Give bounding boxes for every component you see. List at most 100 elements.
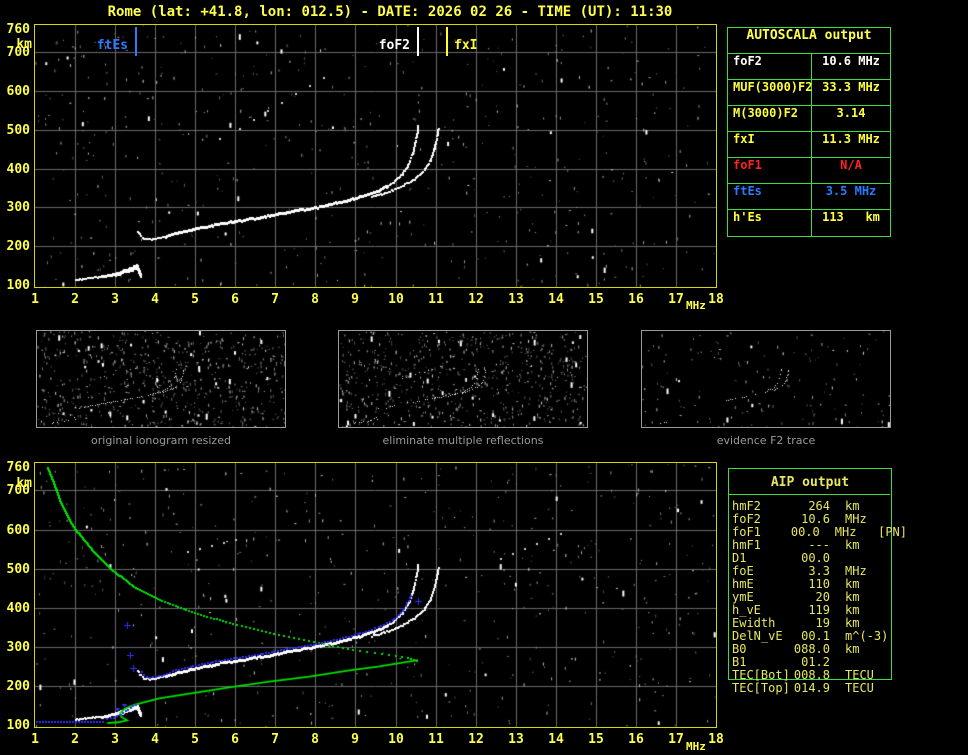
marker-label-foF2: foF2 — [378, 38, 410, 53]
x-axis-label: 1 — [31, 732, 39, 747]
top-x-axis-unit: MHz — [686, 299, 706, 312]
aip-row-unit: MHz [PN] — [834, 525, 907, 539]
marker-label-fxI: fxI — [454, 38, 478, 53]
x-axis-label: 8 — [311, 292, 319, 307]
autoscala-row-foF2: foF2 10.6 MHz — [728, 54, 890, 80]
aip-row-value: 19 — [815, 616, 830, 630]
autoscala-row-label: fxI — [728, 132, 812, 157]
aip-row-B1: B1 01.2 — [732, 655, 907, 669]
x-axis-label: 12 — [468, 292, 484, 307]
autoscala-row-value: 10.6 MHz — [822, 54, 880, 68]
thumbnail-evidence-canvas — [642, 331, 890, 427]
autoscala-output-table: AUTOSCALA output foF2 10.6 MHz MUF(3000)F2… — [727, 27, 891, 237]
x-axis-label: 10 — [388, 732, 404, 747]
aip-row-label: h_vE — [732, 603, 761, 617]
aip-row-value: 008.8 — [793, 668, 830, 682]
autoscala-row-fxI: fxI 11.3 MHz — [728, 132, 890, 158]
bottom-x-axis-unit: MHz — [686, 740, 706, 753]
autoscala-row-h'Es: h'Es 113 km — [728, 210, 890, 236]
y-axis-label: 760 — [6, 22, 30, 37]
aip-row-unit: km — [845, 538, 860, 552]
aip-row-TEC[Top]: TEC[Top] 014.9 TECU — [732, 681, 907, 695]
aip-row-unit: km — [845, 642, 860, 656]
aip-row-value: 3.3 — [808, 564, 830, 578]
y-axis-label: 300 — [6, 640, 30, 655]
aip-row-label: ymE — [732, 590, 754, 604]
aip-row-unit: km — [845, 603, 860, 617]
x-axis-label: 10 — [388, 292, 404, 307]
aip-row-value: 00.1 — [801, 629, 830, 643]
autoscala-row-label: foF1 — [728, 158, 812, 183]
x-axis-label: 5 — [191, 292, 199, 307]
x-axis-label: 13 — [508, 732, 524, 747]
bottom-ionogram-plot — [34, 462, 717, 728]
aip-table-separator — [729, 494, 890, 495]
aip-row-value: 01.2 — [801, 655, 830, 669]
aip-row-label: hmE — [732, 577, 754, 591]
aip-row-hmE: hmE 110 km — [732, 577, 907, 591]
autoscala-row-value: 3.5 MHz — [825, 184, 877, 198]
aip-row-label: TEC[Bot] — [732, 668, 790, 682]
x-axis-label: 16 — [628, 732, 644, 747]
thumbnail-caption-evidence: evidence F2 trace — [716, 434, 816, 447]
autoscala-row-foF1: foF1 N/A — [728, 158, 890, 184]
thumbnail-original-canvas — [37, 331, 285, 427]
aip-row-label: Ewidth — [732, 616, 776, 630]
aip-row-hmF2: hmF2 264 km — [732, 499, 907, 513]
bottom-ionogram-canvas — [35, 463, 716, 727]
x-axis-label: 15 — [588, 292, 604, 307]
autoscala-row-MUF(3000)F2: MUF(3000)F2 33.3 MHz — [728, 80, 890, 106]
autoscala-app-window: Rome (lat: +41.8, lon: 012.5) - DATE: 20… — [0, 0, 968, 755]
autoscala-row-ftEs: ftEs 3.5 MHz — [728, 184, 890, 210]
aip-row-B0: B0 088.0 km — [732, 642, 907, 656]
top-ionogram-canvas — [35, 25, 716, 287]
autoscala-row-label: ftEs — [728, 184, 812, 209]
y-axis-label: 400 — [6, 162, 30, 177]
aip-row-value: 20 — [815, 590, 830, 604]
y-axis-label: 200 — [6, 679, 30, 694]
y-axis-label: 100 — [6, 718, 30, 733]
y-axis-label: 760 — [6, 460, 30, 475]
aip-row-unit: TECU — [845, 668, 874, 682]
autoscala-row-label: h'Es — [728, 210, 812, 236]
x-axis-label: 1 — [31, 292, 39, 307]
aip-row-label: foE — [732, 564, 754, 578]
marker-line-foF2 — [417, 27, 419, 56]
x-axis-label: 6 — [231, 732, 239, 747]
aip-row-value: 088.0 — [793, 642, 830, 656]
aip-row-value: 00.0 — [801, 551, 830, 565]
aip-row-unit: km — [845, 590, 860, 604]
x-axis-label: 3 — [111, 732, 119, 747]
x-axis-label: 14 — [548, 292, 564, 307]
autoscala-row-label: foF2 — [728, 54, 812, 79]
x-axis-label: 4 — [151, 292, 159, 307]
autoscala-row-value: 113 km — [822, 210, 880, 224]
x-axis-label: 11 — [428, 732, 444, 747]
aip-row-ymE: ymE 20 km — [732, 590, 907, 604]
x-axis-label: 7 — [271, 292, 279, 307]
x-axis-label: 18 — [708, 292, 724, 307]
aip-row-unit: MHz — [845, 512, 867, 526]
y-axis-label: 500 — [6, 123, 30, 138]
aip-row-foF1: foF1 00.0 MHz [PN] — [732, 525, 907, 539]
autoscala-row-M(3000)F2: M(3000)F2 3.14 — [728, 106, 890, 132]
aip-row-label: foF2 — [732, 512, 761, 526]
x-axis-label: 9 — [351, 732, 359, 747]
aip-row-value: 00.0 — [790, 525, 820, 539]
aip-row-unit: km — [845, 499, 860, 513]
aip-row-foF2: foF2 10.6 MHz — [732, 512, 907, 526]
aip-row-unit: MHz — [845, 564, 867, 578]
x-axis-label: 7 — [271, 732, 279, 747]
y-axis-label: 300 — [6, 200, 30, 215]
aip-row-label: D1 — [732, 551, 747, 565]
thumbnail-evidence-f2 — [641, 330, 891, 428]
aip-row-label: DelN_vE — [732, 629, 783, 643]
autoscala-row-value: 33.3 MHz — [822, 80, 880, 94]
marker-line-fxI — [446, 27, 448, 56]
aip-row-value: 014.9 — [793, 681, 830, 695]
x-axis-label: 16 — [628, 292, 644, 307]
x-axis-label: 13 — [508, 292, 524, 307]
y-axis-label: 600 — [6, 84, 30, 99]
aip-row-label: hmF1 — [732, 538, 761, 552]
aip-row-label: B0 — [732, 642, 747, 656]
